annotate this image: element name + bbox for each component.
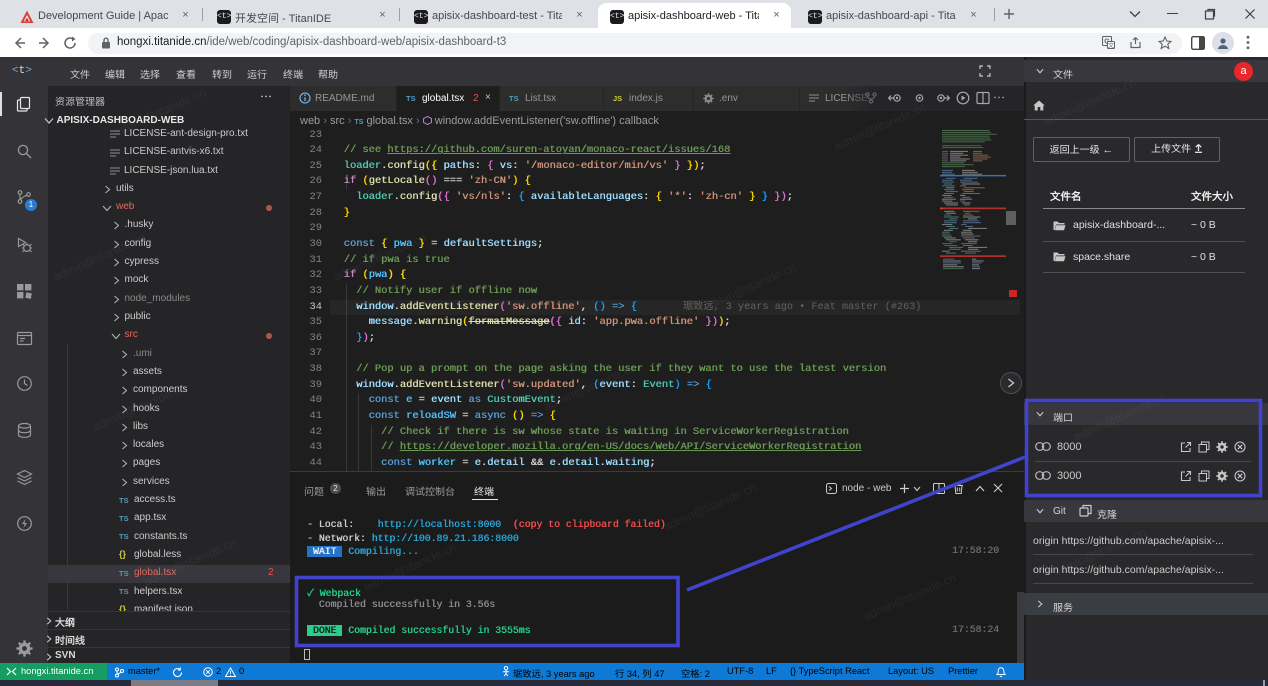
svg-text:文: 文 — [1108, 41, 1114, 49]
